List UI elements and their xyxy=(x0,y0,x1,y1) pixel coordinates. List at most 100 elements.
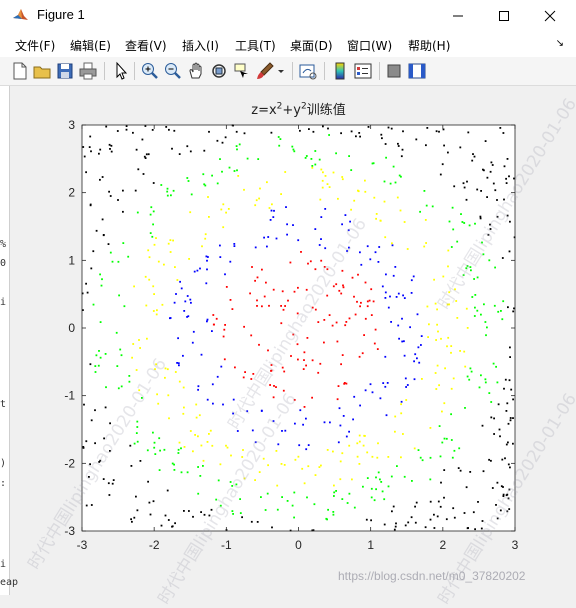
data-point xyxy=(186,145,189,148)
data-point xyxy=(350,130,353,133)
data-point xyxy=(340,292,343,295)
data-point xyxy=(199,267,201,270)
data-point xyxy=(243,188,245,191)
data-point xyxy=(423,190,426,192)
data-point xyxy=(192,450,194,453)
data-point xyxy=(507,422,510,425)
data-point xyxy=(203,149,206,152)
data-point xyxy=(446,345,448,348)
data-point xyxy=(306,337,309,339)
data-point xyxy=(148,256,151,259)
data-point xyxy=(460,213,462,215)
data-point xyxy=(170,194,172,197)
data-point xyxy=(470,370,473,373)
data-point xyxy=(307,465,310,468)
data-point xyxy=(340,132,342,135)
data-point xyxy=(379,219,382,222)
data-point xyxy=(463,350,466,353)
data-point xyxy=(107,243,110,245)
data-point xyxy=(447,265,449,268)
data-point xyxy=(486,196,488,198)
data-point xyxy=(354,313,357,316)
data-point xyxy=(381,490,384,493)
data-point xyxy=(189,298,192,301)
data-point xyxy=(208,433,210,435)
data-point xyxy=(458,447,461,450)
data-point xyxy=(273,385,275,387)
data-point xyxy=(151,235,154,238)
data-point xyxy=(492,362,495,365)
data-point xyxy=(89,363,92,366)
data-point xyxy=(331,324,334,327)
data-point xyxy=(333,484,335,487)
data-point xyxy=(436,323,438,326)
data-point xyxy=(503,387,505,390)
data-point xyxy=(134,189,137,192)
data-point xyxy=(494,189,497,192)
data-point xyxy=(302,423,304,426)
data-point xyxy=(387,456,390,458)
data-point xyxy=(222,226,225,229)
data-point xyxy=(421,378,423,380)
data-point xyxy=(237,175,240,177)
data-point xyxy=(233,243,236,245)
data-point xyxy=(509,346,511,349)
data-point xyxy=(277,443,280,446)
data-point xyxy=(362,444,365,447)
data-point xyxy=(219,256,222,258)
data-point xyxy=(157,402,160,405)
data-point xyxy=(359,251,361,254)
data-point xyxy=(133,442,136,445)
data-point xyxy=(356,442,359,445)
data-point xyxy=(415,501,418,504)
data-point xyxy=(211,174,213,177)
data-point xyxy=(152,285,155,288)
data-point xyxy=(85,504,88,507)
data-point xyxy=(490,416,493,419)
data-point xyxy=(95,354,98,357)
data-point xyxy=(493,304,496,307)
data-point xyxy=(194,434,196,436)
data-point xyxy=(426,305,429,308)
data-point xyxy=(336,398,339,401)
data-point xyxy=(437,500,440,503)
data-point xyxy=(397,292,400,295)
data-point xyxy=(152,431,154,434)
data-point xyxy=(307,262,309,265)
data-point xyxy=(221,170,223,173)
data-point xyxy=(379,397,382,400)
data-point xyxy=(224,273,226,276)
data-point xyxy=(82,146,85,148)
data-point xyxy=(146,337,148,340)
x-tick-label: 2 xyxy=(439,538,446,552)
data-point xyxy=(491,164,494,166)
data-point xyxy=(142,173,145,175)
data-point xyxy=(136,420,139,423)
data-point xyxy=(120,354,123,357)
data-point xyxy=(375,217,377,220)
data-point xyxy=(371,391,374,394)
data-point xyxy=(132,131,134,134)
data-point xyxy=(160,184,163,186)
data-point xyxy=(314,163,317,166)
data-point xyxy=(236,148,238,151)
data-point xyxy=(292,224,294,226)
data-point xyxy=(261,268,263,271)
data-point xyxy=(402,294,404,297)
data-point xyxy=(486,326,488,329)
data-point xyxy=(291,504,294,507)
data-point xyxy=(131,520,133,523)
data-point xyxy=(348,444,351,447)
data-point xyxy=(116,365,119,367)
data-point xyxy=(425,144,427,147)
data-point xyxy=(110,144,113,147)
data-point xyxy=(147,480,149,483)
data-point xyxy=(159,449,161,452)
data-point xyxy=(385,273,387,276)
data-point xyxy=(462,182,465,185)
data-point xyxy=(341,178,344,181)
data-point xyxy=(424,219,427,221)
data-point xyxy=(99,356,102,359)
data-point xyxy=(136,211,139,214)
data-point xyxy=(216,139,219,142)
